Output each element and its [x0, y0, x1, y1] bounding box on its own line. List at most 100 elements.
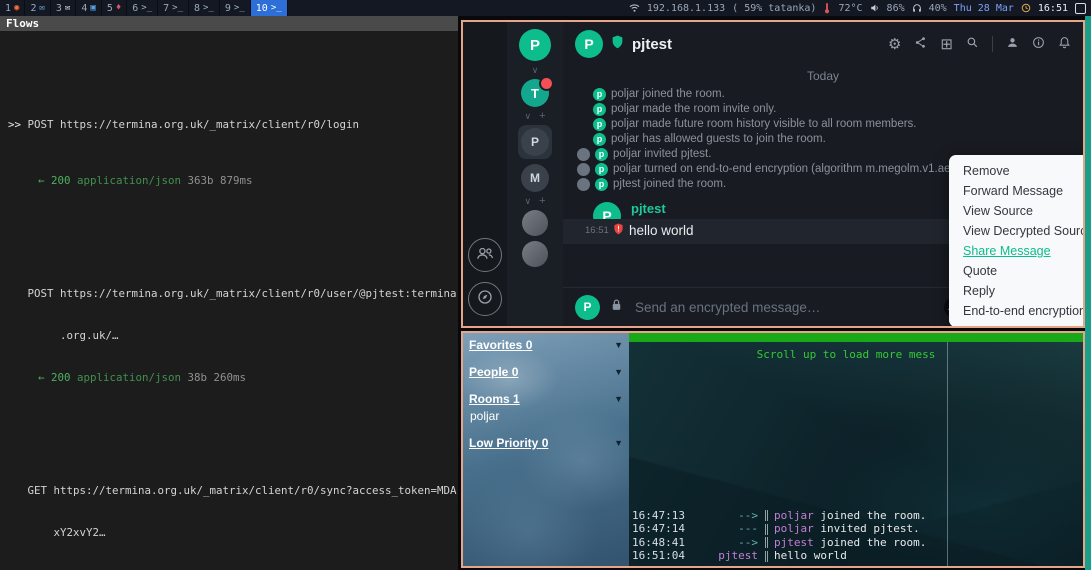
room-event: p poljar made future room history visibl…	[593, 118, 1071, 132]
section-label: Rooms	[469, 392, 510, 406]
workspace-number: 9	[225, 3, 231, 14]
headphones-icon	[912, 3, 922, 13]
section-header[interactable]: Favorites 0 ▼	[469, 338, 623, 352]
collapse-arrow-icon[interactable]: ▼	[614, 438, 623, 448]
date-separator: Today	[575, 69, 1071, 83]
context-menu-item[interactable]: Reply	[949, 281, 1085, 301]
timeline-sender: ---	[708, 522, 758, 536]
workspace-button[interactable]: 1 ◉	[0, 0, 25, 16]
event-mini-avatar: p	[593, 133, 606, 146]
timeline-sender: -->	[708, 509, 758, 523]
collapse-arrow-icon[interactable]: ▼	[614, 340, 623, 350]
room-avatar[interactable]: P	[575, 30, 603, 58]
cpu-temperature: 72°C	[838, 3, 862, 14]
flow-request-line: GET https://termina.org.uk/_matrix/clien…	[8, 484, 458, 498]
timeline-timestamp: 16:47:14	[632, 522, 708, 536]
flow-url-wrap: .org.uk/…	[8, 329, 458, 343]
quaternion-window: Favorites 0 ▼ People 0 ▼ Rooms 1 ▼ polja…	[461, 331, 1085, 568]
workspace-number: 2	[30, 3, 36, 14]
share-icon[interactable]	[914, 36, 927, 52]
timeline-separator	[765, 524, 768, 535]
workspace-icon: >_	[203, 3, 214, 13]
workspace-number: 4	[81, 3, 87, 14]
selected-room-indicator: P	[518, 125, 552, 159]
timeline-row: 16:47:14 --- poljar invited pjtest.	[632, 522, 943, 536]
workspace-button[interactable]: 9 >_	[220, 0, 251, 16]
widgets-grid-icon[interactable]: ⊞	[940, 37, 953, 52]
section-header[interactable]: People 0 ▼	[469, 365, 623, 379]
status-area: 192.168.1.133 ( 59% tatanka) 72°C 86% 40…	[629, 3, 1091, 14]
section-header[interactable]: Low Priority 0 ▼	[469, 436, 623, 450]
explore-button[interactable]	[468, 282, 502, 316]
workspace-button[interactable]: 8 >_	[189, 0, 220, 16]
room-list-section: Rooms 1 ▼ poljar	[469, 392, 623, 423]
space-avatar[interactable]: T	[521, 79, 549, 107]
settings-gear-icon[interactable]: ⚙	[888, 37, 901, 52]
tray-icon[interactable]	[1075, 3, 1086, 14]
workspace-button[interactable]: 7 >_	[158, 0, 189, 16]
context-menu-item[interactable]: Remove	[949, 161, 1085, 181]
members-icon[interactable]	[1006, 36, 1019, 52]
collapse-arrow-icon[interactable]: ▼	[614, 367, 623, 377]
room-avatar-pjtest[interactable]: P	[521, 128, 549, 156]
section-count: 0	[542, 436, 549, 450]
timeline-sender: -->	[708, 536, 758, 550]
context-menu-item[interactable]: View Decrypted Source	[949, 221, 1085, 241]
flow-request-line: POST https://termina.org.uk/_matrix/clie…	[8, 287, 458, 301]
flow-row[interactable]: >> POST https://termina.org.uk/_matrix/c…	[8, 89, 458, 216]
flow-focus-marker: >>	[8, 118, 28, 131]
room-event: p poljar joined the room.	[593, 88, 1071, 102]
top-bar: 1 ◉ 2 ✉ 3 ✉ 4 ▣ 5 ♦ 6	[0, 0, 1091, 16]
room-avatar-image[interactable]	[522, 241, 548, 267]
workspace-button[interactable]: 5 ♦	[102, 0, 127, 16]
room-info-icon[interactable]	[1032, 36, 1045, 52]
context-menu-item[interactable]: Share Message	[949, 241, 1085, 261]
room-avatar-m[interactable]: M	[521, 164, 549, 192]
chevron-down-icon[interactable]: ∨	[524, 112, 531, 120]
workspace-button[interactable]: 4 ▣	[76, 0, 101, 16]
message-input[interactable]	[633, 299, 934, 316]
context-menu-item[interactable]: End-to-end encryption	[949, 301, 1085, 321]
people-button[interactable]	[468, 238, 502, 272]
flow-row[interactable]: GET https://termina.org.uk/_matrix/clien…	[8, 456, 458, 570]
user-menu-avatar[interactable]: P	[519, 29, 551, 61]
collapse-arrow-icon[interactable]: ▼	[614, 394, 623, 404]
workspace-button[interactable]: 3 ✉	[51, 0, 76, 16]
flow-row[interactable]: POST https://termina.org.uk/_matrix/clie…	[8, 259, 458, 414]
timeline-sender: pjtest	[708, 549, 758, 563]
workspace-icon: >_	[172, 3, 183, 13]
chevron-down-icon[interactable]: ∨	[532, 66, 539, 74]
add-room-icon[interactable]: +	[539, 112, 545, 120]
event-text: poljar turned on end-to-end encryption (…	[613, 163, 992, 177]
workspace-button[interactable]: 2 ✉	[25, 0, 50, 16]
chevron-down-icon[interactable]: ∨	[524, 197, 531, 205]
timeline-message-text: hello world	[774, 549, 847, 563]
context-menu-item[interactable]: Quote	[949, 261, 1085, 281]
context-menu-item[interactable]: View Source	[949, 201, 1085, 221]
workspace-number: 7	[163, 3, 169, 14]
timeline-separator	[765, 510, 768, 521]
timeline-timestamp: 16:47:13	[632, 509, 708, 523]
timeline-message-text: joined the room.	[814, 509, 927, 523]
volume-level: 86%	[887, 3, 905, 14]
workspace-button[interactable]: 6 >_	[127, 0, 158, 16]
add-room-icon[interactable]: +	[539, 197, 545, 205]
section-count: 0	[512, 365, 519, 379]
section-header[interactable]: Rooms 1 ▼	[469, 392, 623, 406]
event-text: poljar invited pjtest.	[613, 148, 711, 162]
message-text: hello world	[629, 223, 694, 238]
clock-time: 16:51	[1038, 3, 1068, 14]
chat-panel: Scroll up to load more mess 16:47:13 -->…	[629, 333, 1083, 566]
workspace-button[interactable]: 10 >_	[251, 0, 288, 16]
event-text: poljar joined the room.	[611, 88, 725, 102]
event-mini-avatar: p	[595, 148, 608, 161]
workspace-icon: >_	[141, 3, 152, 13]
flow-content-type: application/json	[77, 371, 188, 384]
search-icon[interactable]	[966, 36, 979, 52]
room-avatar-image[interactable]	[522, 210, 548, 236]
context-menu-item[interactable]: Forward Message	[949, 181, 1085, 201]
timeline-member-name: pjtest	[774, 536, 814, 550]
flow-status-code: ← 200	[38, 371, 77, 384]
room-list-item[interactable]: poljar	[470, 409, 623, 423]
notifications-bell-icon[interactable]	[1058, 36, 1071, 52]
